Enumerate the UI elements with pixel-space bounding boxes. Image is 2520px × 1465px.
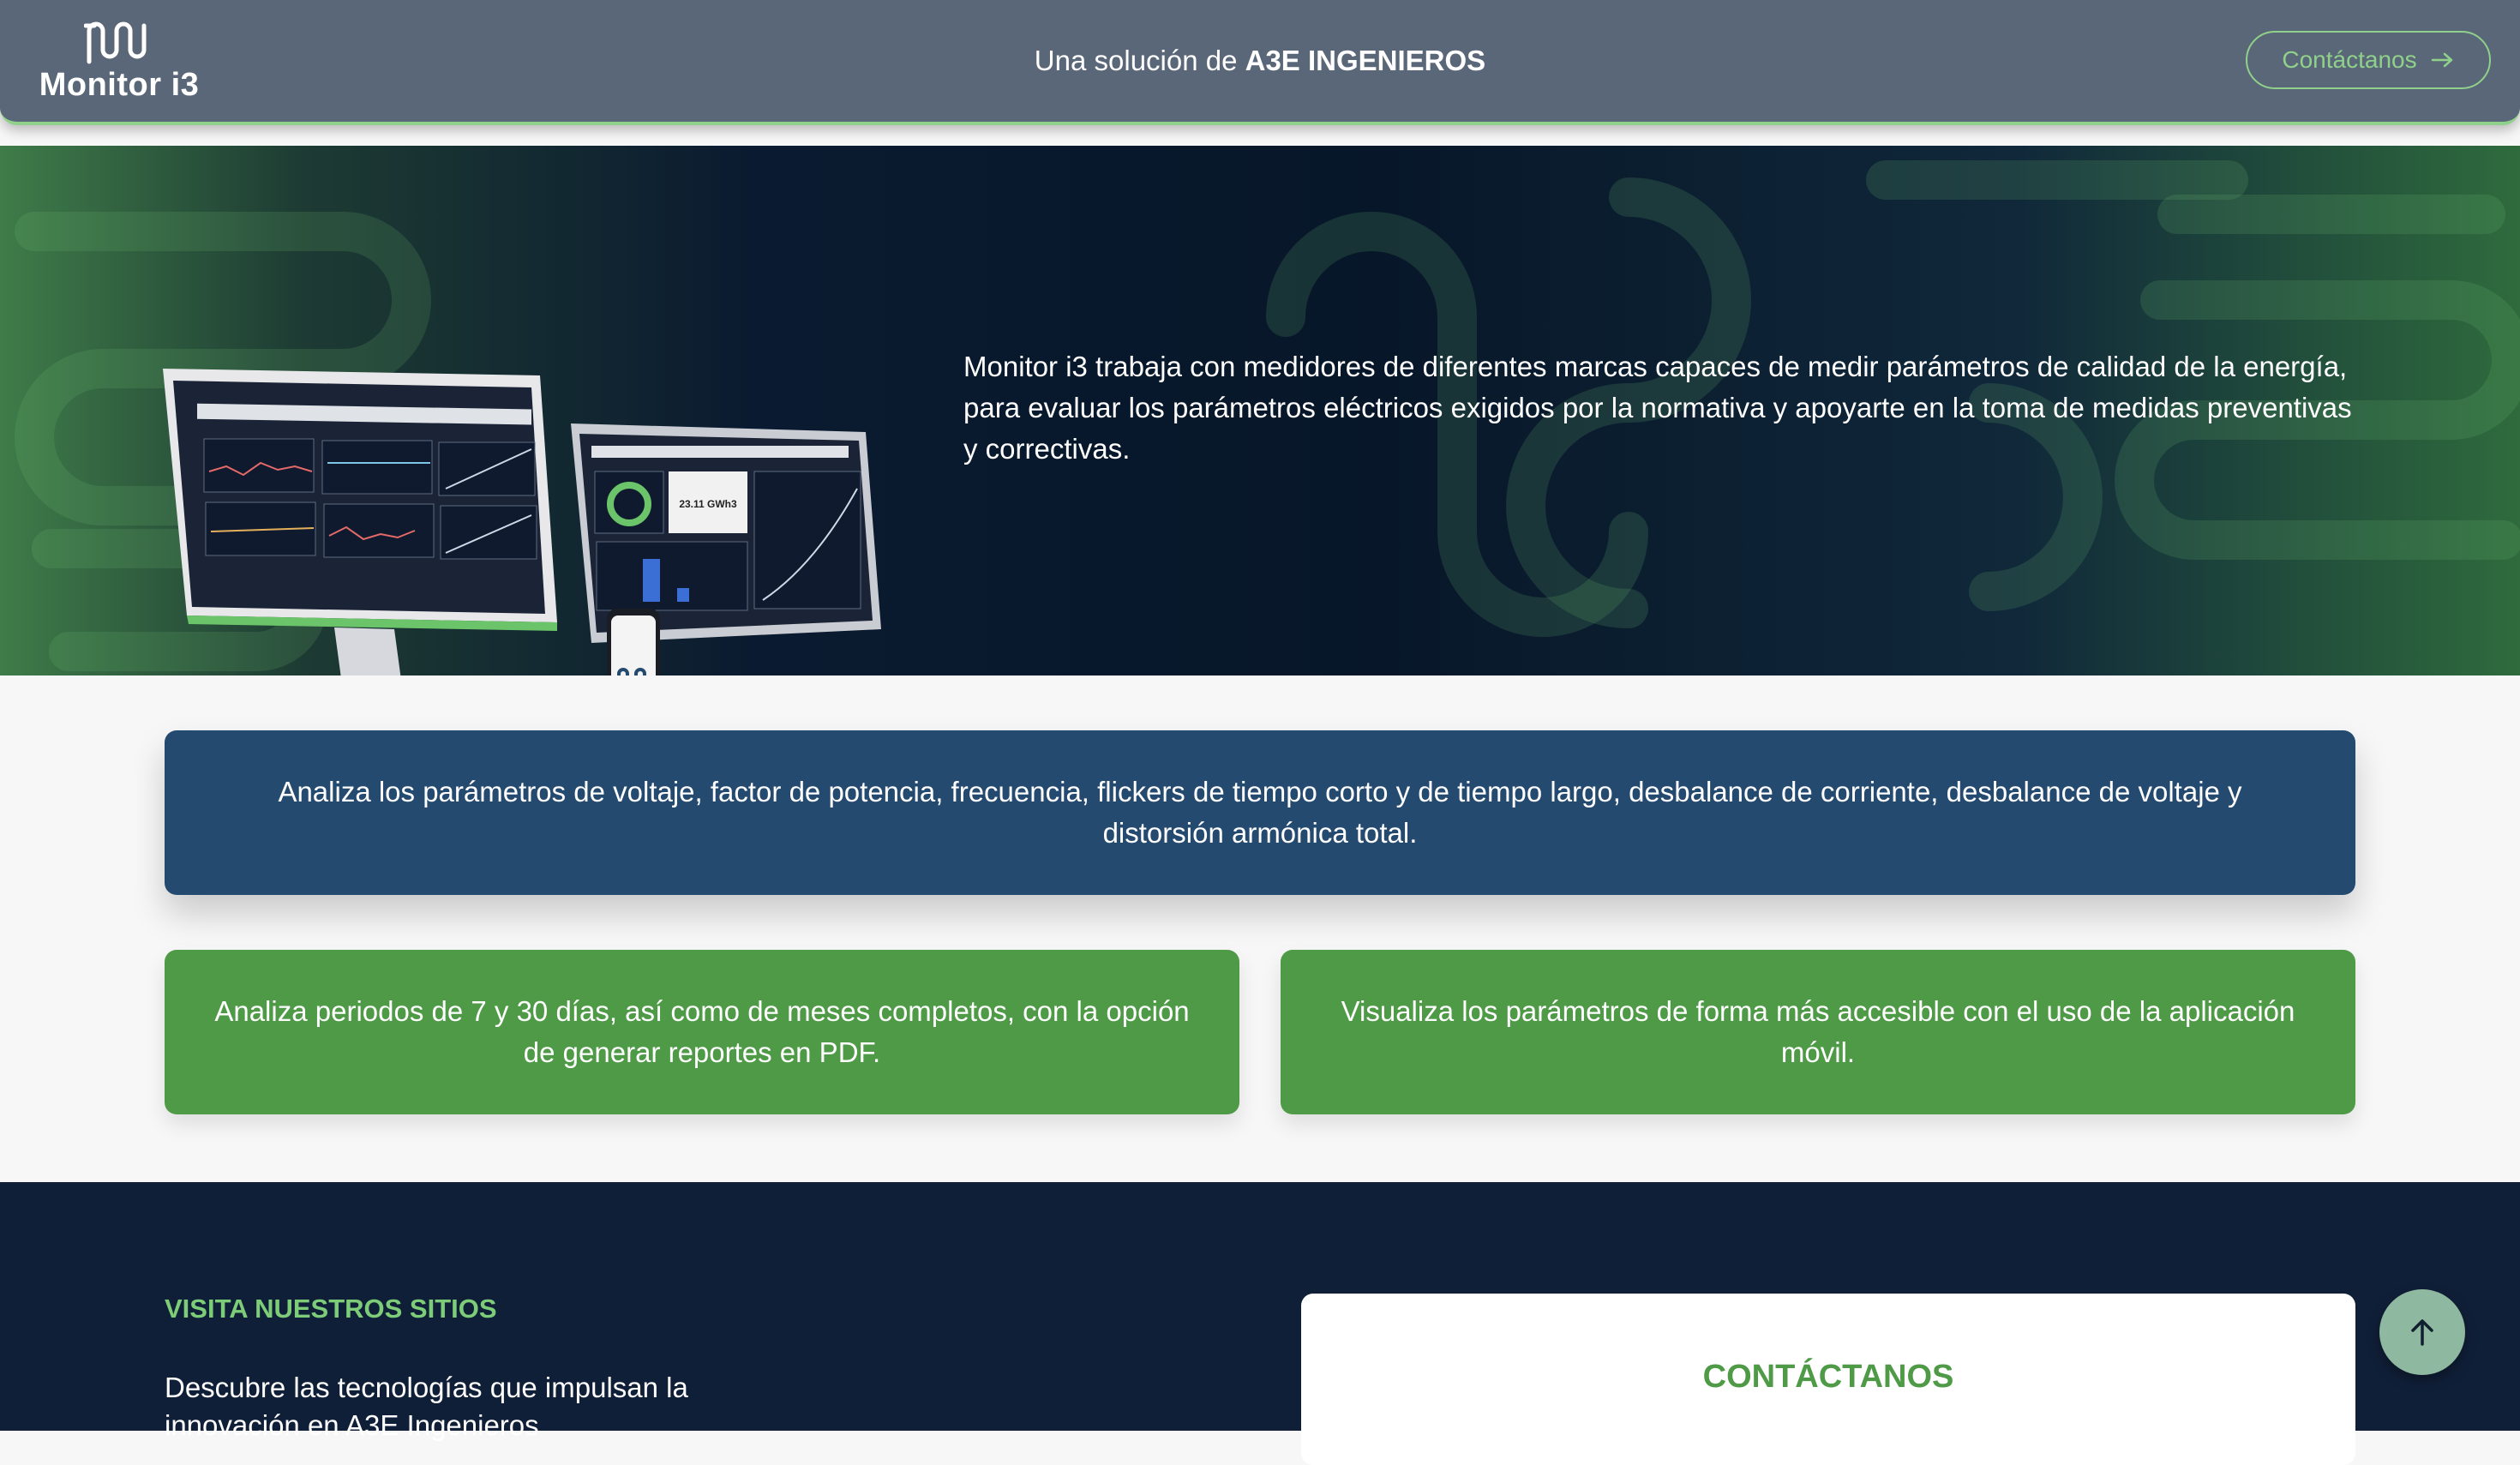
- scroll-to-top-button[interactable]: [2379, 1289, 2465, 1375]
- feature-periods-text: Analiza periodos de 7 y 30 días, así com…: [214, 995, 1190, 1068]
- arrow-right-icon: [2431, 52, 2452, 68]
- tablet-energy-value: 23.11 GWh3: [679, 498, 737, 510]
- feature-card-periods: Analiza periodos de 7 y 30 días, así com…: [165, 950, 1239, 1114]
- hero-description: Monitor i3 trabaja con medidores de dife…: [963, 351, 2352, 465]
- contact-card: CONTÁCTANOS: [1301, 1294, 2355, 1465]
- contact-button-label: Contáctanos: [2282, 46, 2417, 73]
- logo-text: Monitor i3: [39, 67, 200, 103]
- sites-heading: VISITA NUESTROS SITIOS: [165, 1294, 497, 1324]
- feature-mobile-text: Visualiza los parámetros de forma más ac…: [1341, 995, 2295, 1068]
- feature-card-mobile: Visualiza los parámetros de forma más ac…: [1281, 950, 2355, 1114]
- feature-parameters-text: Analiza los parámetros de voltaje, facto…: [278, 776, 2242, 849]
- sites-description: Descubre las tecnologías que impulsan la…: [165, 1372, 688, 1441]
- header-tagline: Una solución de A3E INGENIEROS: [0, 0, 2520, 122]
- hero-section: 23.11 GWh3 Monitor i3 trabaja con medido…: [0, 146, 2520, 675]
- feature-card-parameters: Analiza los parámetros de voltaje, facto…: [165, 730, 2355, 895]
- site-footer: VISITA NUESTROS SITIOS Descubre las tecn…: [0, 1182, 2520, 1465]
- tagline-prefix: Una solución de: [1034, 45, 1245, 76]
- tagline-brand: A3E INGENIEROS: [1245, 45, 1486, 76]
- devices-illustration: 23.11 GWh3: [163, 369, 881, 675]
- arrow-up-icon: [2411, 1319, 2433, 1346]
- contact-button[interactable]: Contáctanos: [2246, 31, 2491, 89]
- site-header: Monitor i3 Una solución de A3E INGENIERO…: [0, 0, 2520, 125]
- monitor-i3-logo[interactable]: Monitor i3: [38, 19, 201, 105]
- contact-heading: CONTÁCTANOS: [1702, 1359, 1954, 1395]
- logo-mark-icon: [84, 21, 147, 64]
